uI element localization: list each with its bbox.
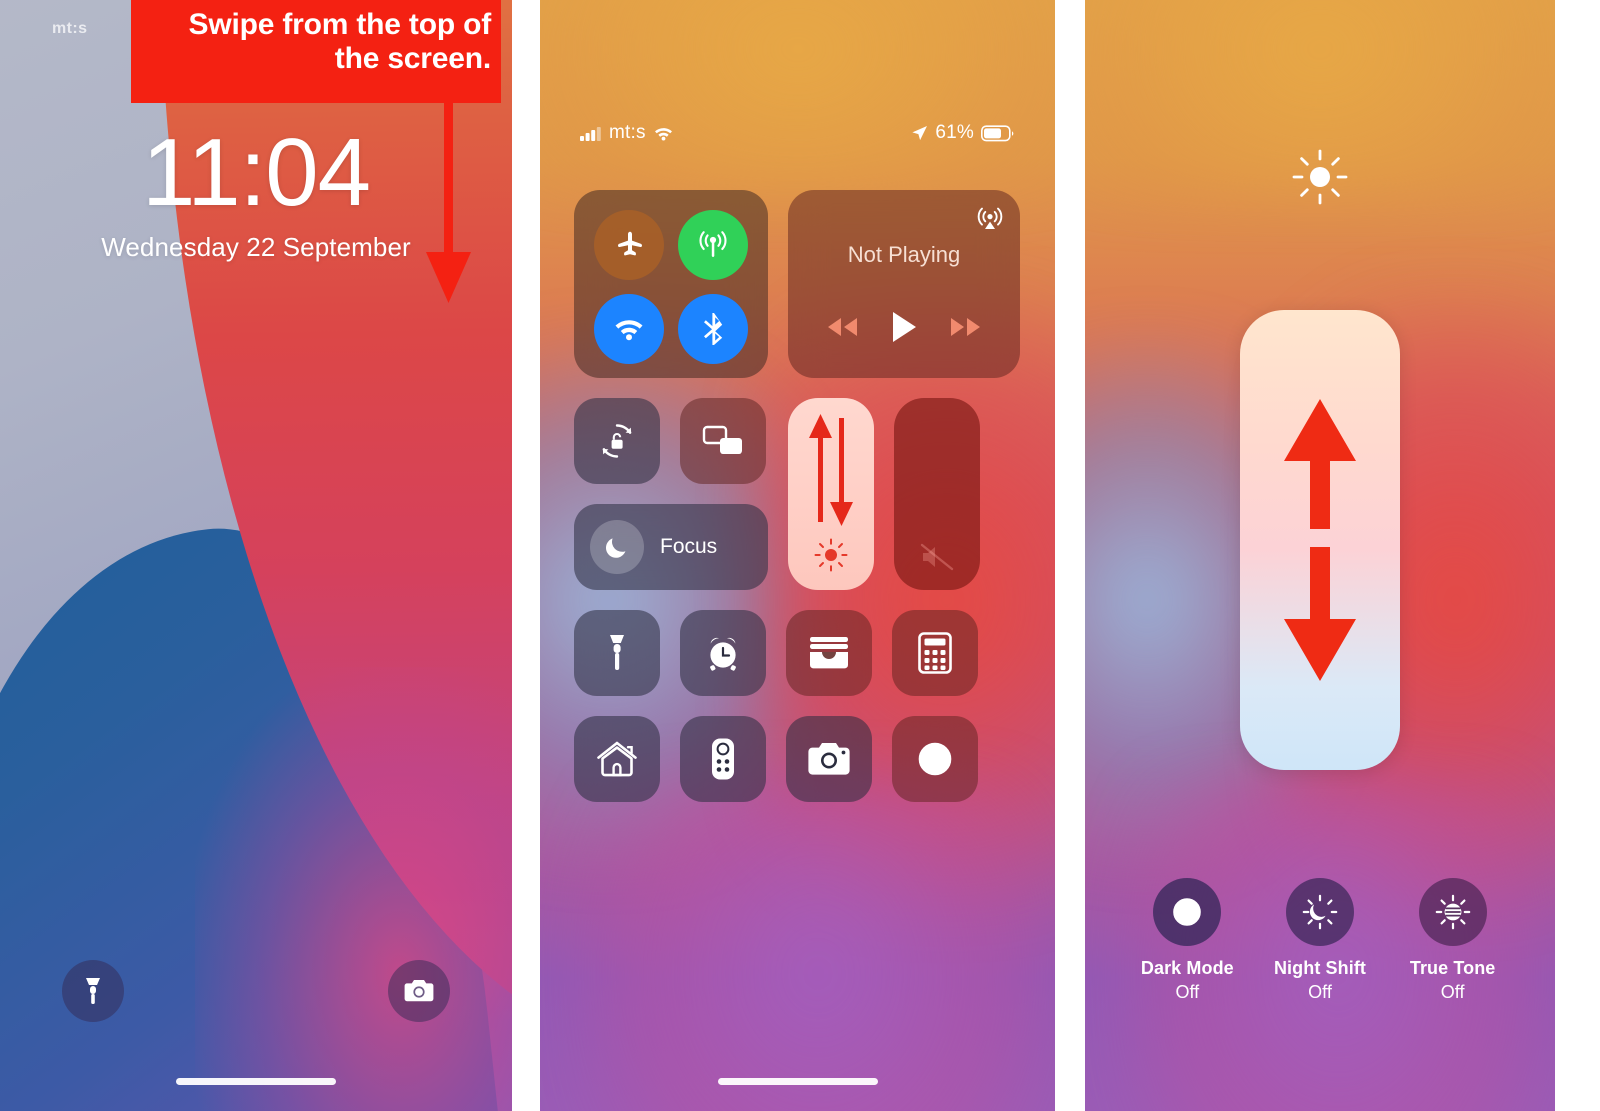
- orientation-lock-button[interactable]: [574, 398, 660, 484]
- location-arrow-icon: [912, 125, 928, 140]
- remote-icon: [712, 738, 734, 780]
- home-indicator: [717, 1078, 878, 1085]
- calculator-icon: [918, 632, 952, 674]
- bluetooth-icon: [704, 313, 723, 345]
- bluetooth-button[interactable]: [678, 294, 748, 364]
- calculator-button[interactable]: [892, 610, 978, 696]
- night-shift-toggle[interactable]: Night Shift Off: [1260, 878, 1380, 1003]
- wifi-button[interactable]: [594, 294, 664, 364]
- fast-forward-icon[interactable]: [946, 315, 984, 339]
- camera-icon: [808, 743, 850, 775]
- media-title: Not Playing: [847, 242, 961, 267]
- cellular-bars-icon: [580, 127, 601, 141]
- wallet-button[interactable]: [786, 610, 872, 696]
- dark-mode-label: Dark Mode: [1140, 958, 1234, 978]
- dark-mode-icon: [918, 742, 952, 776]
- arrow-up-down-icon: [1284, 399, 1356, 681]
- true-tone-state: Off: [1440, 982, 1465, 1002]
- instruction-callout: Swipe from the top of the screen.: [131, 0, 501, 103]
- cellular-data-button[interactable]: [678, 210, 748, 280]
- alarm-clock-icon: [710, 637, 736, 671]
- dark-mode-icon: [1173, 898, 1202, 926]
- dark-mode-toggle-circle[interactable]: [1153, 878, 1222, 946]
- brightness-sun-icon: [814, 538, 848, 572]
- speaker-mute-icon: [920, 543, 954, 571]
- status-bar: mt:s 61%: [540, 122, 1055, 148]
- connectivity-tile[interactable]: [574, 190, 768, 378]
- sun-icon: [1292, 149, 1348, 205]
- volume-slider[interactable]: [894, 398, 980, 590]
- home-button[interactable]: [574, 716, 660, 802]
- night-shift-icon: [1302, 894, 1338, 930]
- control-center-grid: Not Playing Focus: [574, 190, 1020, 822]
- focus-button[interactable]: Focus: [574, 504, 768, 590]
- cellular-tower-icon: [699, 231, 727, 257]
- media-playback-tile[interactable]: Not Playing: [788, 190, 1020, 378]
- true-tone-toggle[interactable]: True Tone Off: [1393, 878, 1513, 1003]
- flashlight-icon: [610, 635, 624, 670]
- night-shift-label: Night Shift: [1273, 958, 1367, 978]
- night-shift-toggle-circle[interactable]: [1285, 878, 1354, 946]
- airplane-mode-button[interactable]: [594, 210, 664, 280]
- battery-icon: [981, 124, 1014, 141]
- screen-mirroring-icon: [702, 425, 742, 454]
- true-tone-toggle-circle[interactable]: [1418, 878, 1487, 946]
- moon-icon: [605, 538, 626, 558]
- brightness-slider[interactable]: [788, 398, 874, 590]
- brightness-slider-expanded[interactable]: [1240, 310, 1400, 770]
- home-indicator: [176, 1078, 336, 1085]
- wifi-icon: [654, 128, 672, 141]
- arrow-down-icon: [426, 100, 471, 303]
- screenshot-stage: mt:s 11:04 Wednesday 22 September Swipe …: [0, 0, 1600, 1111]
- flashlight-button[interactable]: [574, 610, 660, 696]
- play-icon[interactable]: [889, 310, 919, 344]
- dark-mode-button[interactable]: [892, 716, 978, 802]
- lock-camera-button[interactable]: [388, 960, 450, 1022]
- night-shift-state: Off: [1308, 982, 1332, 1002]
- brightness-panel: Dark Mode Off Night Shift Off True Tone …: [1085, 0, 1555, 1111]
- wallet-icon: [810, 637, 848, 669]
- display-toggles-row: Dark Mode Off Night Shift Off True Tone …: [1085, 878, 1555, 1003]
- carrier-label: mt:s: [52, 20, 88, 37]
- rewind-icon[interactable]: [824, 315, 862, 339]
- lock-screen-panel: mt:s 11:04 Wednesday 22 September Swipe …: [0, 0, 512, 1111]
- dark-mode-toggle[interactable]: Dark Mode Off: [1127, 878, 1247, 1003]
- focus-label: Focus: [660, 535, 718, 558]
- rotation-lock-icon: [602, 424, 632, 458]
- true-tone-label: True Tone: [1409, 958, 1496, 978]
- arrow-up-down-icon: [809, 414, 853, 526]
- dark-mode-state: Off: [1175, 982, 1200, 1002]
- control-center-panel: mt:s 61% Not Playing Focus: [540, 0, 1055, 1111]
- flashlight-icon: [86, 978, 100, 1004]
- true-tone-icon: [1435, 894, 1470, 930]
- airplane-icon: [618, 231, 642, 256]
- status-carrier: mt:s: [609, 122, 646, 143]
- screen-mirroring-button[interactable]: [680, 398, 766, 484]
- camera-button[interactable]: [786, 716, 872, 802]
- apple-tv-remote-button[interactable]: [680, 716, 766, 802]
- camera-icon: [404, 980, 434, 1002]
- timer-button[interactable]: [680, 610, 766, 696]
- airplay-audio-icon[interactable]: [975, 203, 1005, 233]
- home-icon: [597, 741, 637, 777]
- wifi-icon: [615, 320, 643, 341]
- battery-percent: 61%: [935, 122, 974, 143]
- lock-flashlight-button[interactable]: [62, 960, 124, 1022]
